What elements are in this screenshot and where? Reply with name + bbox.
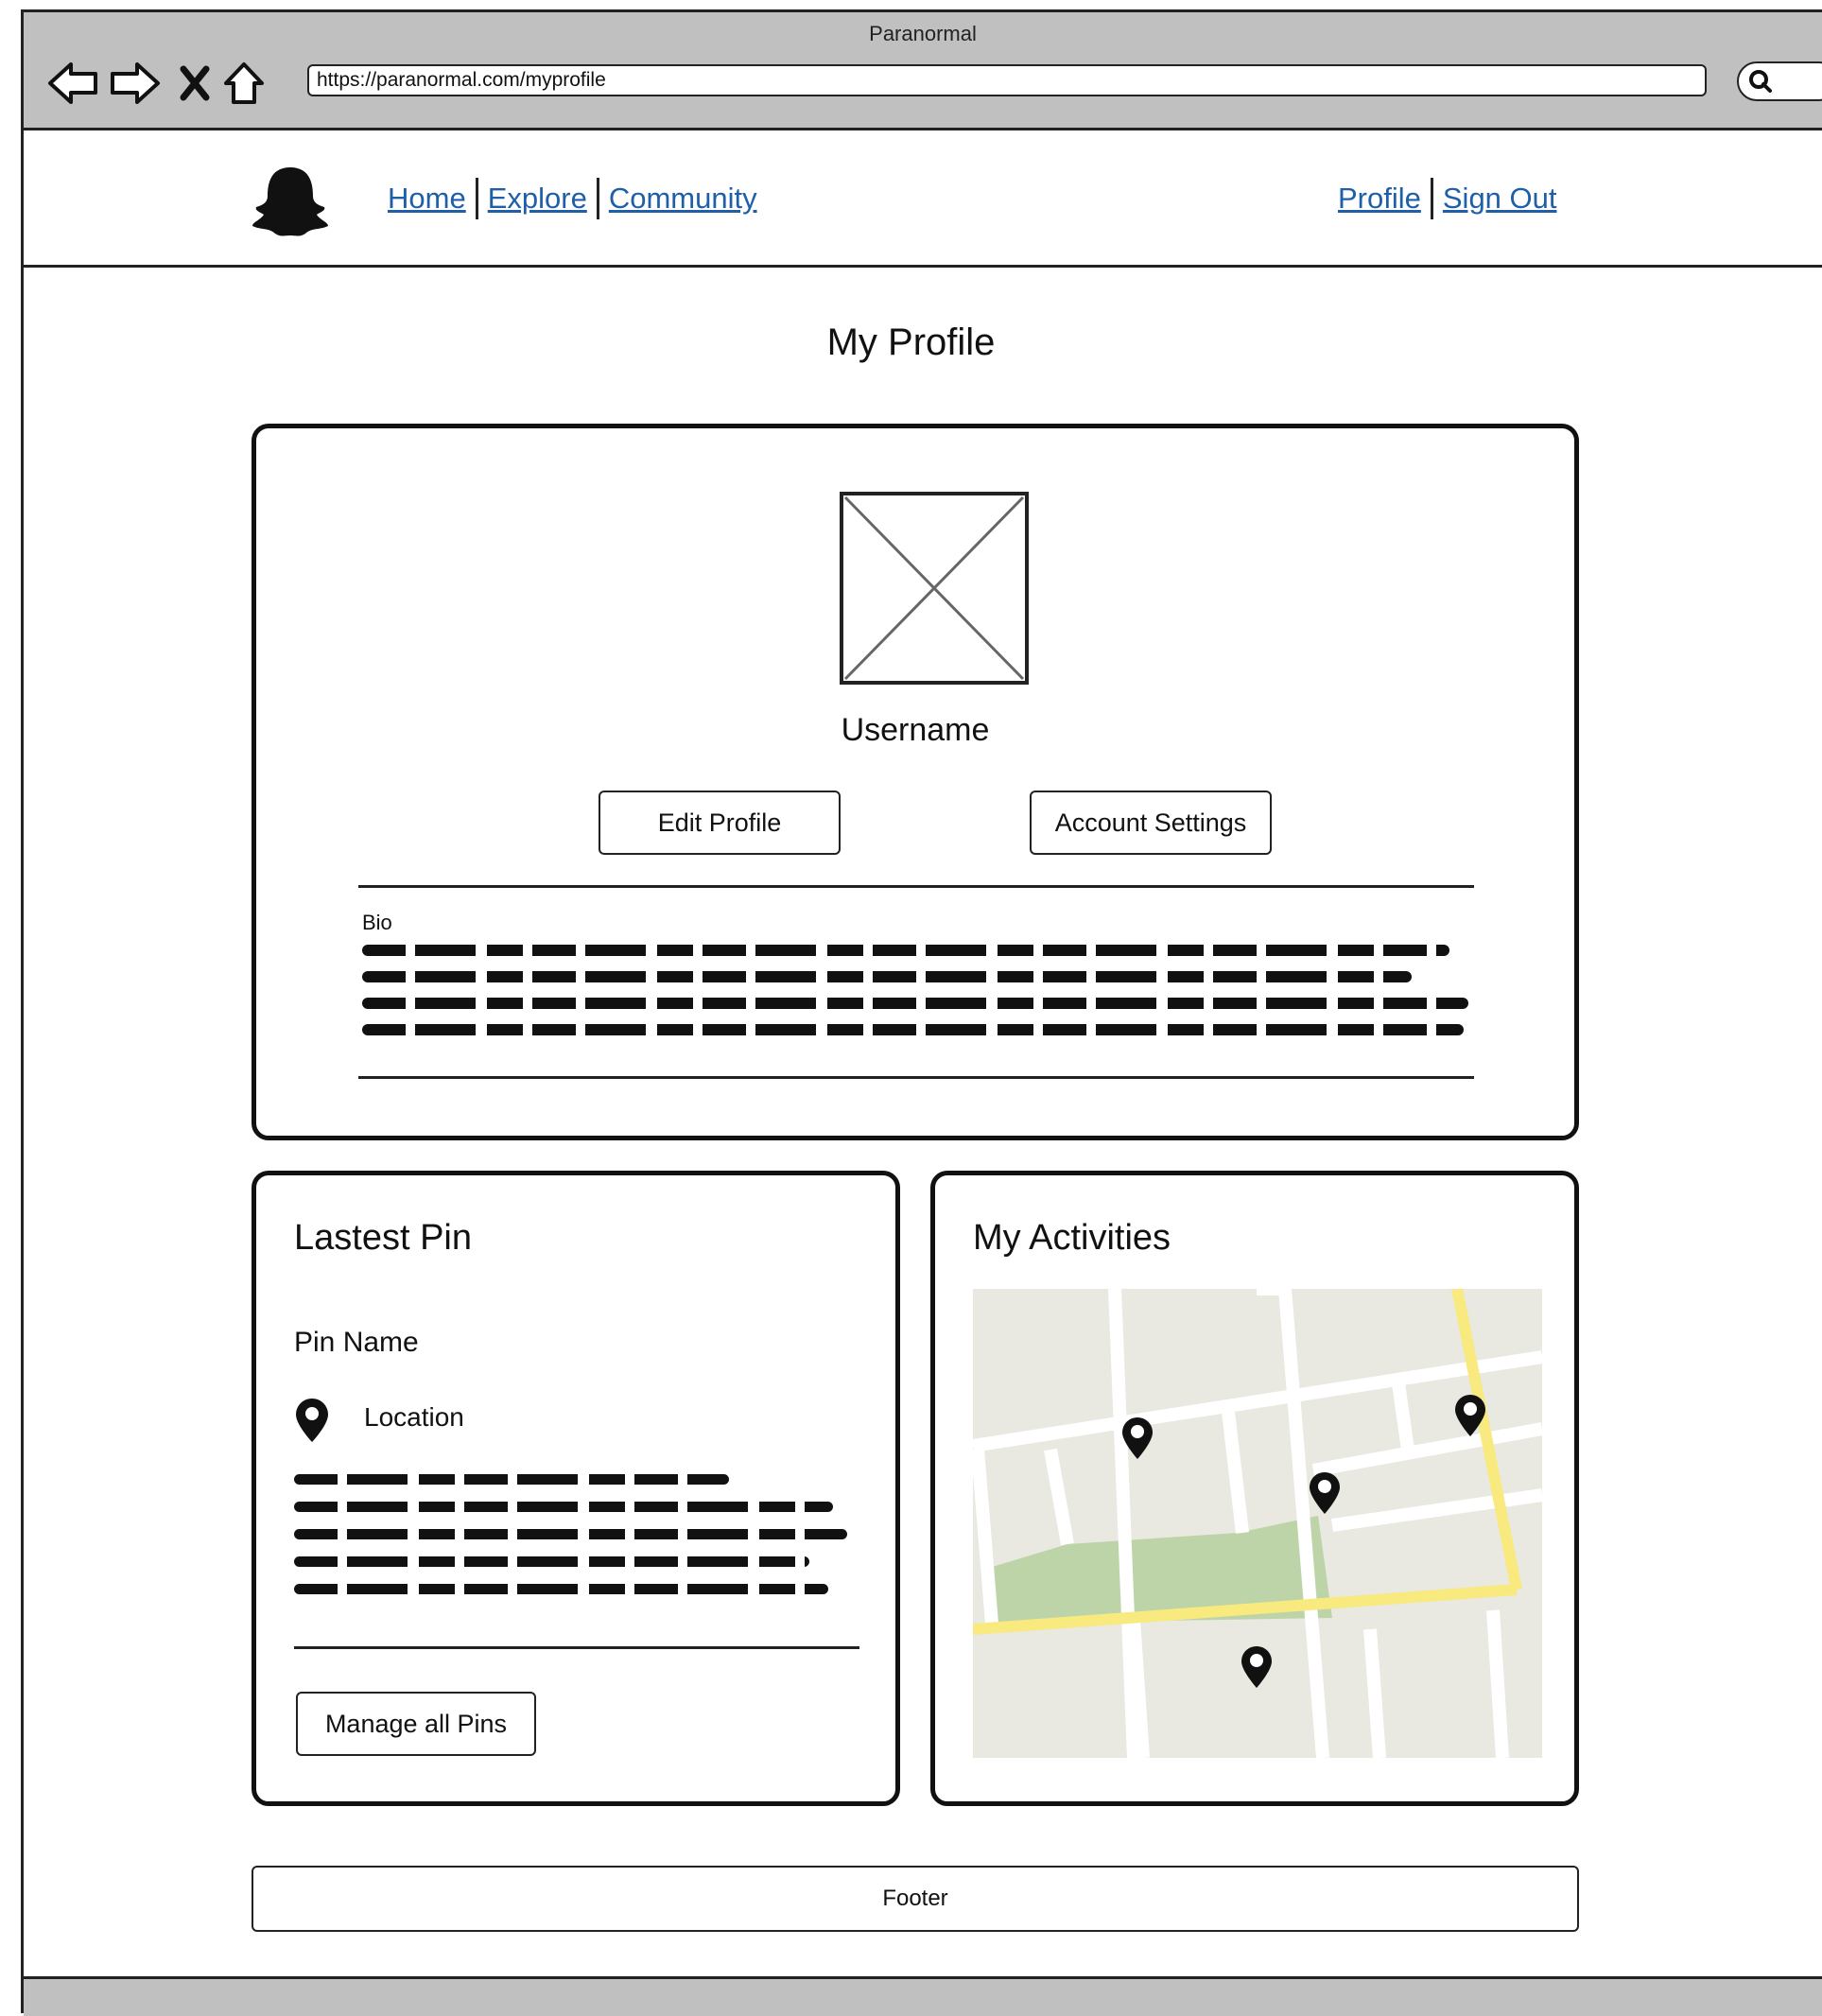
back-button[interactable] — [44, 50, 101, 116]
forward-arrow-icon — [111, 62, 160, 104]
username: Username — [841, 712, 990, 748]
profile-card: Username Edit Profile Account Settings B… — [252, 424, 1579, 1140]
nav-link-explore[interactable]: Explore — [488, 182, 587, 216]
browser-chrome: Paranormal https://paranormal.com/myprof… — [21, 9, 1822, 130]
scribble-line — [294, 1556, 809, 1567]
edit-profile-button[interactable]: Edit Profile — [599, 791, 841, 855]
forward-button[interactable] — [107, 50, 164, 116]
pin-description-placeholder — [294, 1474, 854, 1611]
bio-label: Bio — [362, 911, 392, 934]
nav-divider — [1430, 178, 1433, 219]
stop-button[interactable] — [173, 50, 217, 116]
scribble-line — [294, 1584, 828, 1594]
my-activities-title: My Activities — [973, 1218, 1171, 1258]
nav-link-profile[interactable]: Profile — [1338, 182, 1421, 216]
divider — [294, 1646, 859, 1649]
avatar-image-placeholder — [840, 492, 1029, 685]
window-title: Paranormal — [869, 22, 977, 45]
pin-location: Location — [364, 1402, 464, 1432]
address-bar[interactable]: https://paranormal.com/myprofile — [307, 64, 1707, 96]
manage-all-pins-button[interactable]: Manage all Pins — [296, 1692, 536, 1756]
divider — [358, 885, 1474, 888]
footer: Footer — [252, 1866, 1579, 1932]
my-activities-card: My Activities — [930, 1171, 1579, 1806]
nav-link-sign-out[interactable]: Sign Out — [1443, 182, 1557, 216]
site-header: Home Explore Community Profile Sign Out — [24, 130, 1822, 268]
scribble-line — [362, 945, 1449, 956]
close-icon — [180, 65, 210, 101]
scribble-line — [294, 1502, 833, 1512]
home-icon — [224, 62, 264, 104]
scribble-line — [362, 1024, 1464, 1035]
scribble-line — [362, 998, 1468, 1009]
divider — [358, 1076, 1474, 1079]
primary-nav: Home Explore Community — [388, 178, 757, 219]
latest-pin-title: Lastest Pin — [294, 1218, 472, 1258]
scribble-line — [294, 1529, 847, 1539]
activity-map[interactable] — [973, 1289, 1542, 1758]
scribble-line — [362, 971, 1412, 982]
back-arrow-icon — [48, 62, 97, 104]
ghost-logo-icon[interactable] — [251, 164, 330, 239]
pin-name: Pin Name — [294, 1327, 419, 1358]
scribble-line — [294, 1474, 729, 1485]
page-title: My Profile — [826, 322, 996, 363]
account-settings-button[interactable]: Account Settings — [1030, 791, 1272, 855]
home-button[interactable] — [218, 50, 269, 116]
nav-divider — [475, 178, 478, 219]
account-nav: Profile Sign Out — [1338, 178, 1557, 219]
browser-status-bar — [24, 1976, 1822, 2016]
nav-link-community[interactable]: Community — [609, 182, 757, 216]
latest-pin-card: Lastest Pin Pin Name Location Manage all… — [252, 1171, 900, 1806]
bio-text-placeholder — [362, 945, 1468, 1051]
browser-search-box[interactable] — [1737, 61, 1822, 101]
search-icon — [1749, 70, 1772, 93]
nav-divider — [596, 178, 599, 219]
nav-link-home[interactable]: Home — [388, 182, 466, 216]
map-pin-icon — [296, 1399, 328, 1442]
